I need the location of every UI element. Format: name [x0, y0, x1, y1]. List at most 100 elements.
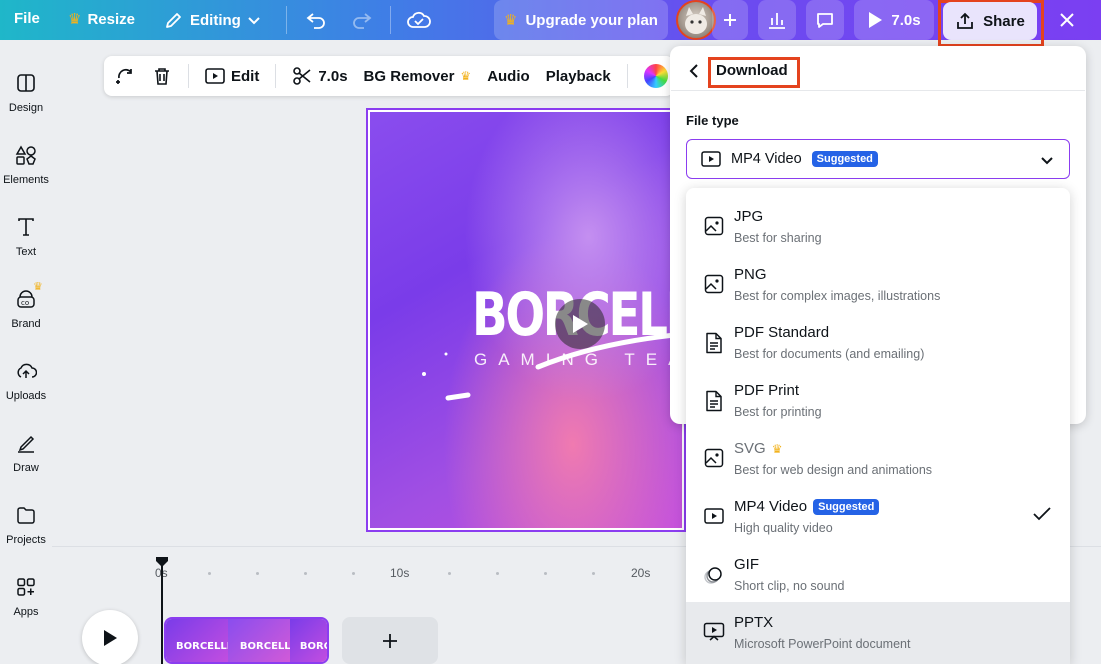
sidebar-label: Draw	[13, 462, 39, 474]
option-name: PDF Standard	[734, 324, 830, 341]
bg-remover-button[interactable]: BG Remover ♛	[364, 68, 472, 85]
upgrade-plan-button[interactable]: ♛ Upgrade your plan	[494, 0, 668, 40]
image-icon	[704, 274, 724, 294]
trim-button[interactable]: 7.0s	[292, 66, 348, 86]
file-menu[interactable]: File	[14, 10, 40, 27]
playhead-line[interactable]	[161, 566, 163, 664]
sidebar-item-text[interactable]: Text	[0, 216, 52, 258]
file-type-dropdown: JPG Best for sharing PNG Best for comple…	[686, 188, 1070, 664]
tick-label: 10s	[390, 566, 410, 580]
tick-mark	[592, 572, 595, 575]
file-type-option-jpg[interactable]: JPG Best for sharing	[686, 198, 1070, 256]
timeline-clip[interactable]: BORCELLE BORCELLE BORCELLE	[164, 617, 329, 664]
resize-label: Resize	[87, 10, 135, 28]
play-duration: 7.0s	[891, 11, 921, 29]
suggested-badge: Suggested	[811, 151, 878, 167]
comments-button[interactable]	[806, 0, 844, 40]
resize-button[interactable]: ♛ Resize	[68, 10, 135, 29]
tick-label: 20s	[631, 566, 651, 580]
design-canvas[interactable]: BORCELLE GAMING TEAM	[366, 108, 686, 532]
play-preview-button[interactable]: 7.0s	[854, 0, 934, 40]
apps-icon	[17, 578, 35, 596]
divider	[626, 64, 628, 88]
pencil-icon	[166, 13, 181, 28]
sidebar-item-uploads[interactable]: Uploads	[0, 360, 52, 402]
selected-file-type: MP4 Video	[731, 151, 802, 167]
file-type-option-mp4[interactable]: MP4 Video Suggested High quality video	[686, 488, 1070, 546]
file-type-option-pptx[interactable]: PPTX Microsoft PowerPoint document	[686, 602, 1070, 664]
cloud-save-button[interactable]	[406, 8, 432, 32]
insights-button[interactable]	[758, 0, 796, 40]
sidebar-item-elements[interactable]: Elements	[0, 144, 52, 186]
file-type-option-pdf-print[interactable]: PDF Print Best for printing	[686, 372, 1070, 430]
tick-mark	[208, 572, 211, 575]
editing-mode-button[interactable]: Editing	[164, 10, 261, 30]
crown-icon: ♛	[68, 11, 82, 28]
audio-label: Audio	[487, 67, 530, 85]
text-icon	[18, 218, 34, 236]
undo-button[interactable]	[304, 8, 328, 32]
share-label: Share	[983, 12, 1025, 30]
tick-mark	[256, 572, 259, 575]
plus-icon	[383, 633, 397, 648]
add-page-button[interactable]	[342, 617, 438, 664]
close-button[interactable]	[1056, 9, 1078, 31]
crown-icon: ♛	[771, 441, 783, 456]
back-button[interactable]	[686, 62, 702, 80]
option-description: Best for printing	[734, 405, 822, 419]
checkmark-icon	[1033, 507, 1051, 521]
divider	[188, 64, 189, 88]
clip-thumbnail-text: BORCELLE	[176, 641, 234, 652]
divider	[671, 90, 1085, 91]
sidebar-label: Apps	[13, 606, 39, 618]
file-type-option-svg[interactable]: SVG ♛ Best for web design and animations	[686, 430, 1070, 488]
sidebar-item-draw[interactable]: Draw	[0, 432, 52, 474]
svg-text:co: co	[21, 299, 29, 307]
element-toolbar: Edit 7.0s BG Remover ♛ Audio Playback	[104, 56, 674, 96]
timeline-play-button[interactable]	[82, 610, 138, 664]
suggested-badge: Suggested	[813, 498, 880, 515]
video-icon	[704, 508, 724, 524]
option-description: Best for sharing	[734, 231, 822, 245]
elements-icon	[15, 145, 36, 165]
tick-mark	[544, 572, 547, 575]
chevron-down-icon	[248, 17, 260, 25]
tick-mark	[352, 572, 355, 575]
sidebar-item-projects[interactable]: Projects	[0, 504, 52, 546]
document-icon	[706, 332, 722, 354]
option-description: High quality video	[734, 521, 833, 535]
replace-button[interactable]	[114, 65, 136, 87]
sidebar-item-brand[interactable]: co ♛ Brand	[0, 281, 52, 330]
avatar[interactable]	[676, 0, 716, 40]
file-type-option-pdf-standard[interactable]: PDF Standard Best for documents (and ema…	[686, 314, 1070, 372]
tick-mark	[304, 572, 307, 575]
audio-button[interactable]: Audio	[487, 68, 530, 85]
gif-icon	[704, 567, 722, 584]
brush-stroke-decoration	[422, 332, 682, 401]
edit-label: Edit	[231, 67, 260, 85]
playback-button[interactable]: Playback	[546, 68, 611, 85]
sidebar-item-apps[interactable]: Apps	[0, 576, 52, 618]
left-sidebar: Design Elements Text co ♛ Brand Uploads …	[0, 48, 52, 664]
color-picker-button[interactable]	[643, 64, 668, 88]
file-type-select[interactable]: MP4 Video Suggested	[686, 139, 1070, 179]
add-collaborator-button[interactable]	[712, 0, 748, 40]
redo-button[interactable]	[350, 8, 374, 32]
bg-remover-label: BG Remover	[363, 67, 455, 85]
sidebar-item-design[interactable]: Design	[0, 72, 52, 114]
bar-chart-icon	[769, 13, 785, 29]
file-type-option-gif[interactable]: GIF Short clip, no sound	[686, 546, 1070, 604]
edit-video-button[interactable]: Edit	[205, 68, 259, 85]
playback-label: Playback	[545, 67, 611, 85]
file-type-option-png[interactable]: PNG Best for complex images, illustratio…	[686, 256, 1070, 314]
image-icon	[704, 216, 724, 236]
canvas-play-button[interactable]	[555, 299, 605, 349]
projects-icon	[17, 507, 35, 524]
crown-icon: ♛	[460, 69, 472, 83]
file-type-label: File type	[686, 113, 739, 128]
swap-icon	[116, 68, 132, 84]
share-button[interactable]: Share	[943, 2, 1037, 40]
delete-button[interactable]	[152, 66, 172, 86]
option-description: Short clip, no sound	[734, 579, 845, 593]
video-frame: BORCELLE GAMING TEAM	[370, 112, 682, 528]
